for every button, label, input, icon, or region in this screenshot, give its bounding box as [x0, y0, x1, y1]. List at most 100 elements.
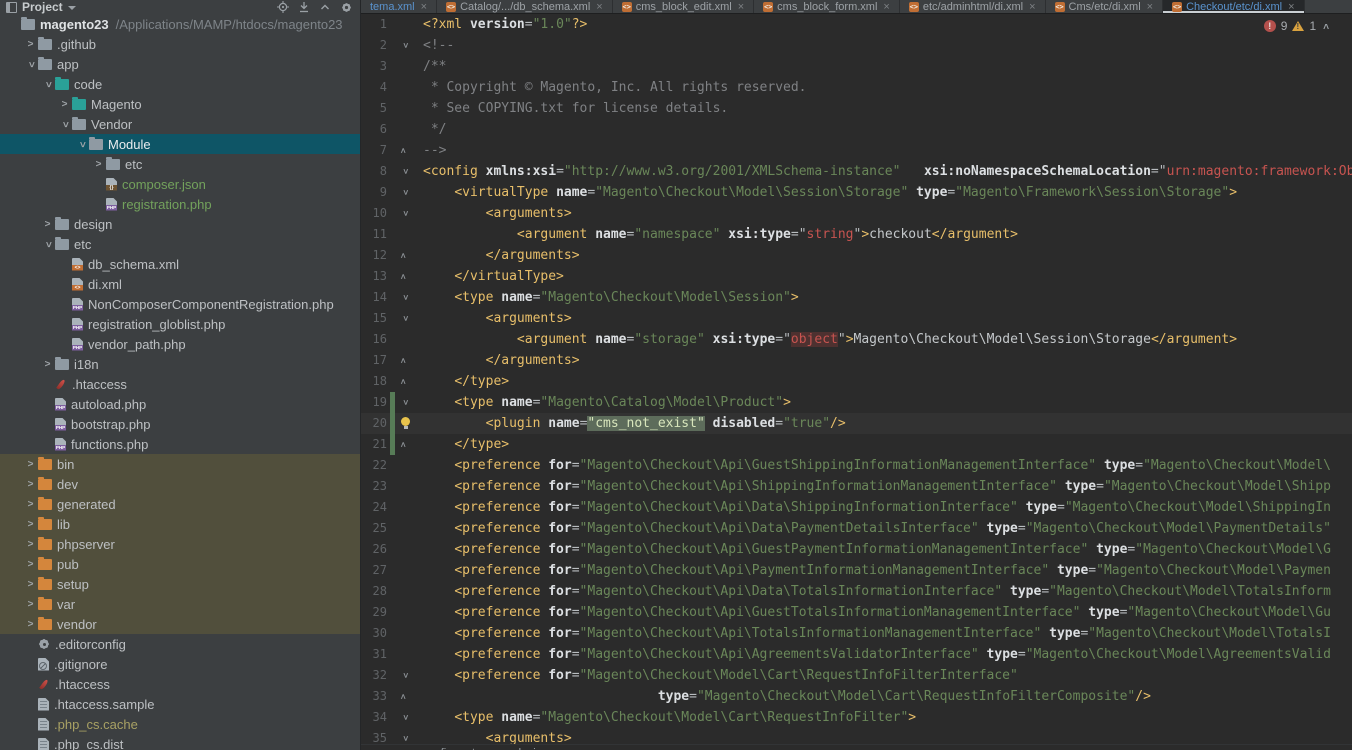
code-line-24[interactable]: 24 <preference for="Magento\Checkout\Api… — [361, 497, 1352, 518]
tree-item-Vendor[interactable]: >Vendor — [0, 114, 360, 134]
tree-item-bin[interactable]: >bin — [0, 454, 360, 474]
chevron-collapsed-icon[interactable]: > — [23, 519, 38, 530]
chevron-collapsed-icon[interactable]: > — [23, 559, 38, 570]
tree-item-var[interactable]: >var — [0, 594, 360, 614]
code-line-8[interactable]: 8><config xmlns:xsi="http://www.w3.org/2… — [361, 161, 1352, 182]
tree-item-functions.php[interactable]: PHPfunctions.php — [0, 434, 360, 454]
code-line-13[interactable]: 13> </virtualType> — [361, 266, 1352, 287]
code-line-16[interactable]: 16 <argument name="storage" xsi:type="ob… — [361, 329, 1352, 350]
tree-item-magento23[interactable]: magento23/Applications/MAMP/htdocs/magen… — [0, 14, 360, 34]
code-line-30[interactable]: 30 <preference for="Magento\Checkout\Api… — [361, 623, 1352, 644]
fold-arrow-icon[interactable]: > — [398, 308, 412, 329]
settings-gear-icon[interactable] — [338, 1, 354, 14]
editor-tab-etc/adminhtml/di.xml[interactable]: <>etc/adminhtml/di.xml× — [900, 0, 1046, 13]
tree-item-etc[interactable]: >etc — [0, 154, 360, 174]
tree-item-Magento[interactable]: >Magento — [0, 94, 360, 114]
code-line-31[interactable]: 31 <preference for="Magento\Checkout\Api… — [361, 644, 1352, 665]
close-tab-icon[interactable]: × — [1147, 2, 1153, 12]
close-tab-icon[interactable]: × — [883, 2, 889, 12]
chevron-collapsed-icon[interactable]: > — [23, 499, 38, 510]
chevron-expanded-icon[interactable]: > — [57, 119, 72, 130]
code-line-29[interactable]: 29 <preference for="Magento\Checkout\Api… — [361, 602, 1352, 623]
code-line-23[interactable]: 23 <preference for="Magento\Checkout\Api… — [361, 476, 1352, 497]
code-line-17[interactable]: 17> </arguments> — [361, 350, 1352, 371]
tree-item-vendor[interactable]: >vendor — [0, 614, 360, 634]
locate-file-icon[interactable] — [275, 1, 291, 14]
inspection-chevron-icon[interactable]: > — [1322, 23, 1333, 29]
code-line-28[interactable]: 28 <preference for="Magento\Checkout\Api… — [361, 581, 1352, 602]
tree-item-.gitignore[interactable]: .gitignore — [0, 654, 360, 674]
fold-arrow-icon[interactable]: > — [398, 203, 412, 224]
chevron-expanded-icon[interactable]: > — [40, 239, 55, 250]
fold-arrow-icon[interactable]: > — [398, 665, 412, 686]
tree-item-design[interactable]: >design — [0, 214, 360, 234]
close-tab-icon[interactable]: × — [596, 2, 602, 12]
code-line-14[interactable]: 14> <type name="Magento\Checkout\Model\S… — [361, 287, 1352, 308]
code-line-22[interactable]: 22 <preference for="Magento\Checkout\Api… — [361, 455, 1352, 476]
fold-arrow-icon[interactable]: > — [398, 161, 412, 182]
tree-item-registration.php[interactable]: PHPregistration.php — [0, 194, 360, 214]
fold-arrow-icon[interactable]: > — [398, 182, 412, 203]
fold-arrow-icon[interactable]: > — [398, 392, 412, 413]
tree-item-dev[interactable]: >dev — [0, 474, 360, 494]
tree-item-composer.json[interactable]: {}composer.json — [0, 174, 360, 194]
fold-arrow-icon[interactable]: > — [398, 266, 412, 287]
chevron-collapsed-icon[interactable]: > — [57, 99, 72, 110]
tree-item-NonComposerComponentRegistration.php[interactable]: PHPNonComposerComponentRegistration.php — [0, 294, 360, 314]
code-line-10[interactable]: 10> <arguments> — [361, 203, 1352, 224]
chevron-collapsed-icon[interactable]: > — [40, 359, 55, 370]
code-line-5[interactable]: 5 * See COPYING.txt for license details. — [361, 98, 1352, 119]
close-tab-icon[interactable]: × — [738, 2, 744, 12]
chevron-expanded-icon[interactable]: > — [40, 79, 55, 90]
tree-item-autoload.php[interactable]: PHPautoload.php — [0, 394, 360, 414]
editor-tab-Cms/etc/di.xml[interactable]: <>Cms/etc/di.xml× — [1046, 0, 1164, 13]
tree-item-registration_globlist.php[interactable]: PHPregistration_globlist.php — [0, 314, 360, 334]
tree-item-app[interactable]: >app — [0, 54, 360, 74]
tree-item-.github[interactable]: >.github — [0, 34, 360, 54]
close-tab-icon[interactable]: × — [1029, 2, 1035, 12]
tree-item-db_schema.xml[interactable]: <>db_schema.xml — [0, 254, 360, 274]
fold-arrow-icon[interactable]: > — [398, 35, 412, 56]
chevron-expanded-icon[interactable]: > — [23, 59, 38, 70]
fold-arrow-icon[interactable]: > — [398, 140, 412, 161]
tree-item-etc[interactable]: >etc — [0, 234, 360, 254]
tree-item-.editorconfig[interactable]: .editorconfig — [0, 634, 360, 654]
code-line-12[interactable]: 12> </arguments> — [361, 245, 1352, 266]
chevron-collapsed-icon[interactable]: > — [91, 159, 106, 170]
fold-arrow-icon[interactable]: > — [398, 434, 412, 455]
chevron-expanded-icon[interactable]: > — [74, 139, 89, 150]
chevron-collapsed-icon[interactable]: > — [23, 39, 38, 50]
tree-item-i18n[interactable]: >i18n — [0, 354, 360, 374]
chevron-down-icon[interactable] — [68, 6, 76, 10]
chevron-collapsed-icon[interactable]: > — [23, 599, 38, 610]
close-tab-icon[interactable]: × — [1288, 2, 1294, 12]
code-line-26[interactable]: 26 <preference for="Magento\Checkout\Api… — [361, 539, 1352, 560]
code-line-7[interactable]: 7>--> — [361, 140, 1352, 161]
tree-item-bootstrap.php[interactable]: PHPbootstrap.php — [0, 414, 360, 434]
fold-arrow-icon[interactable]: > — [398, 686, 412, 707]
tree-item-.php_cs.dist[interactable]: .php_cs.dist — [0, 734, 360, 750]
code-line-19[interactable]: 19> <type name="Magento\Catalog\Model\Pr… — [361, 392, 1352, 413]
editor-tab-cms_block_form.xml[interactable]: <>cms_block_form.xml× — [754, 0, 900, 13]
editor-tab-cms_block_edit.xml[interactable]: <>cms_block_edit.xml× — [613, 0, 754, 13]
tree-item-vendor_path.php[interactable]: PHPvendor_path.php — [0, 334, 360, 354]
tree-item-phpserver[interactable]: >phpserver — [0, 534, 360, 554]
intention-bulb-icon[interactable] — [401, 417, 410, 426]
chevron-collapsed-icon[interactable]: > — [23, 539, 38, 550]
tree-item-.htaccess[interactable]: .htaccess — [0, 674, 360, 694]
tree-item-di.xml[interactable]: <>di.xml — [0, 274, 360, 294]
code-line-21[interactable]: 21> </type> — [361, 434, 1352, 455]
tree-item-generated[interactable]: >generated — [0, 494, 360, 514]
chevron-collapsed-icon[interactable]: > — [23, 579, 38, 590]
fold-arrow-icon[interactable]: > — [398, 245, 412, 266]
chevron-collapsed-icon[interactable]: > — [23, 459, 38, 470]
code-line-6[interactable]: 6 */ — [361, 119, 1352, 140]
editor-tab-Catalog/.../db_schema.xml[interactable]: <>Catalog/.../db_schema.xml× — [437, 0, 613, 13]
code-line-32[interactable]: 32> <preference for="Magento\Checkout\Mo… — [361, 665, 1352, 686]
code-line-27[interactable]: 27 <preference for="Magento\Checkout\Api… — [361, 560, 1352, 581]
editor-tab-Checkout/etc/di.xml[interactable]: <>Checkout/etc/di.xml× — [1163, 0, 1304, 13]
close-tab-icon[interactable]: × — [421, 2, 427, 12]
code-line-9[interactable]: 9> <virtualType name="Magento\Checkout\M… — [361, 182, 1352, 203]
tree-item-pub[interactable]: >pub — [0, 554, 360, 574]
tree-item-.htaccess[interactable]: .htaccess — [0, 374, 360, 394]
